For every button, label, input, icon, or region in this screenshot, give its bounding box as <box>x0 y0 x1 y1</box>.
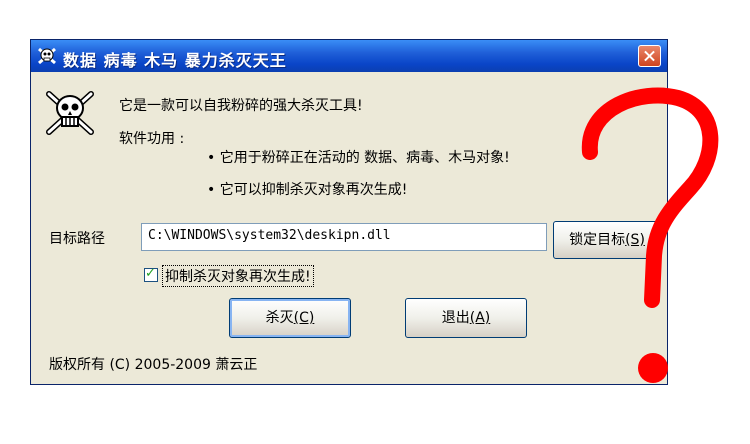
target-path-label: 目标路径 <box>49 231 105 247</box>
kill-button[interactable]: 杀灭(C) <box>229 298 351 338</box>
target-path-input[interactable]: C:\WINDOWS\system32\deskipn.dll <box>141 223 547 251</box>
close-button[interactable] <box>638 45 661 67</box>
headline-text: 它是一款可以自我粉碎的强大杀灭工具! <box>119 98 363 114</box>
title-bar[interactable]: 数据 病毒 木马 暴力杀灭天王 <box>31 40 667 72</box>
feature-bullet-2: • 它可以抑制杀灭对象再次生成! <box>207 182 408 198</box>
feature-bullet-1: • 它用于粉碎正在活动的 数据、病毒、木马对象! <box>207 150 510 166</box>
question-mark-annotation <box>581 87 719 383</box>
suppress-checkbox-label[interactable]: 抑制杀灭对象再次生成! <box>162 265 314 287</box>
copyright-text: 版权所有 (C) 2005-2009 萧云正 <box>49 357 258 373</box>
skull-icon <box>38 47 56 65</box>
exit-button[interactable]: 退出(A) <box>405 298 527 338</box>
features-label: 软件功用 : <box>119 131 185 147</box>
suppress-checkbox[interactable] <box>144 266 158 282</box>
window-title: 数据 病毒 木马 暴力杀灭天王 <box>63 51 287 70</box>
skull-crossbones-icon <box>46 91 94 135</box>
